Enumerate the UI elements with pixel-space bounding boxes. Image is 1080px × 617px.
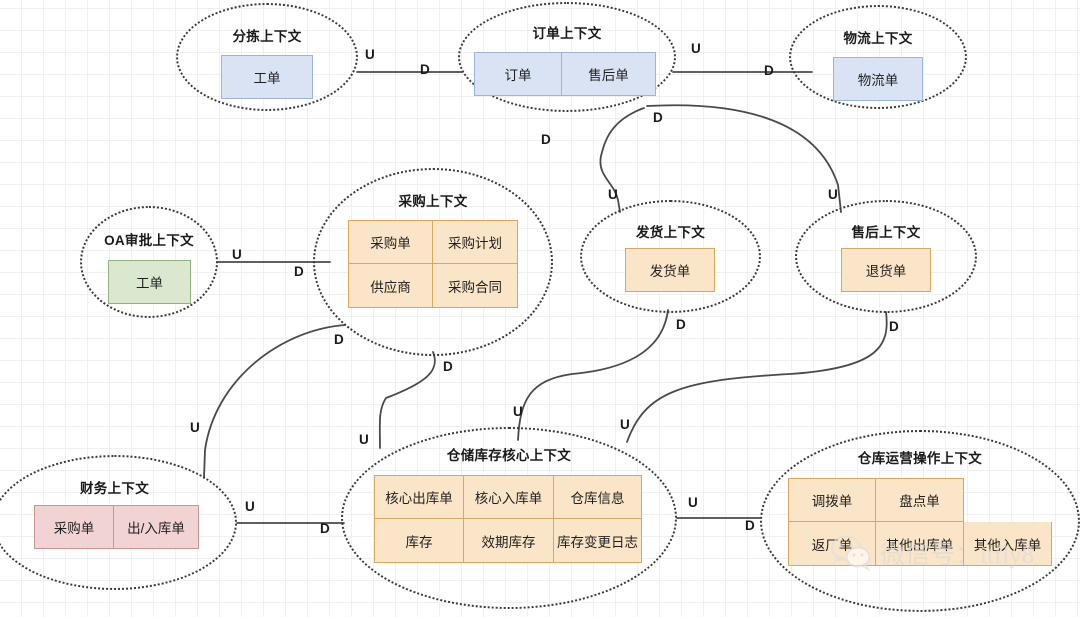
entity-box[interactable]: 采购单 <box>348 220 433 264</box>
context-after-sales[interactable]: 售后上下文 退货单 <box>795 200 977 313</box>
context-sorting[interactable]: 分拣上下文 工单 <box>176 3 358 111</box>
edge-label-u: U <box>245 499 255 514</box>
entity-row: 退货单 <box>841 248 931 292</box>
entity-row: 工单 <box>108 260 191 304</box>
context-title: 订单上下文 <box>532 26 602 41</box>
edge-label-d: D <box>745 518 755 533</box>
edge-label-d: D <box>653 110 663 125</box>
entity-row: 采购单 出/入库单 <box>34 505 199 549</box>
entity-box[interactable]: 订单 <box>474 52 562 96</box>
context-title: 发货上下文 <box>636 225 705 240</box>
context-title: 仓储库存核心上下文 <box>446 448 572 463</box>
context-finance[interactable]: 财务上下文 采购单 出/入库单 <box>0 455 237 590</box>
entity-box[interactable]: 发货单 <box>625 248 715 292</box>
entity-box[interactable]: 核心入库单 <box>464 475 554 519</box>
edge-label-d: D <box>676 317 686 332</box>
context-title: 售后上下文 <box>851 225 921 240</box>
context-purchasing[interactable]: 采购上下文 采购单 采购计划 供应商 采购合同 <box>313 168 553 356</box>
edge-label-d: D <box>294 264 304 279</box>
context-title: 仓库运营操作上下文 <box>857 451 983 466</box>
entity-box[interactable]: 退货单 <box>841 248 931 292</box>
entity-box[interactable]: 工单 <box>108 260 191 304</box>
entity-row: 供应商 采购合同 <box>348 264 518 308</box>
edge-label-u: U <box>232 247 242 262</box>
edge-label-d: D <box>541 132 551 147</box>
entity-box[interactable]: 核心出库单 <box>374 475 464 519</box>
edge-label-u: U <box>365 47 375 62</box>
edge-label-d: D <box>889 319 899 334</box>
entity-box[interactable]: 效期库存 <box>464 519 554 563</box>
entity-row: 采购单 采购计划 <box>348 220 518 264</box>
edge-aftersales-warehouseops <box>626 311 888 443</box>
context-title: 分拣上下文 <box>232 29 302 44</box>
entity-box[interactable]: 返厂单 <box>788 522 876 566</box>
entity-row: 调拨单 盘点单 <box>788 478 1052 522</box>
entity-row: 返厂单 其他出库单 其他入库单 <box>788 522 1052 566</box>
entity-row: 核心出库单 核心入库单 仓库信息 <box>374 475 642 519</box>
entity-box[interactable]: 采购计划 <box>433 220 518 264</box>
edge-label-u: U <box>513 404 523 419</box>
edge-label-d: D <box>443 359 453 374</box>
context-logistics[interactable]: 物流上下文 物流单 <box>789 5 967 109</box>
entity-box[interactable]: 仓库信息 <box>554 475 642 519</box>
edge-label-d: D <box>320 521 330 536</box>
entity-box[interactable]: 供应商 <box>348 264 433 308</box>
entity-box[interactable]: 采购合同 <box>433 264 518 308</box>
entity-box[interactable]: 出/入库单 <box>114 505 199 549</box>
entity-row: 发货单 <box>625 248 715 292</box>
entity-box[interactable]: 物流单 <box>833 57 923 101</box>
edge-label-u: U <box>691 41 701 56</box>
entity-box[interactable]: 工单 <box>221 55 313 99</box>
entity-box[interactable]: 其他出库单 <box>876 522 964 566</box>
context-title: 采购上下文 <box>398 194 468 209</box>
entity-box[interactable]: 库存变更日志 <box>554 519 642 563</box>
edge-label-d: D <box>420 62 430 77</box>
context-shipping[interactable]: 发货上下文 发货单 <box>580 200 761 313</box>
edge-label-u: U <box>190 420 200 435</box>
entity-box[interactable]: 盘点单 <box>876 478 964 522</box>
entity-box[interactable]: 采购单 <box>34 505 114 549</box>
context-order[interactable]: 订单上下文 订单 售后单 <box>458 2 676 112</box>
entity-box[interactable]: 其他入库单 <box>964 522 1052 566</box>
entity-row: 工单 <box>221 55 313 99</box>
edge-order-shipping <box>599 107 645 213</box>
context-warehouse-core[interactable]: 仓储库存核心上下文 核心出库单 核心入库单 仓库信息 库存 效期库存 库存变更日… <box>341 427 677 609</box>
context-warehouse-ops[interactable]: 仓库运营操作上下文 调拨单 盘点单 返厂单 其他出库单 其他入库单 <box>760 430 1080 612</box>
entity-box[interactable]: 售后单 <box>562 52 656 96</box>
entity-row: 库存 效期库存 库存变更日志 <box>374 519 642 563</box>
edge-label-u: U <box>688 495 698 510</box>
context-oa-approval[interactable]: OA审批上下文 工单 <box>80 206 218 318</box>
entity-row: 物流单 <box>833 57 923 101</box>
entity-row: 订单 售后单 <box>474 52 656 96</box>
context-title: OA审批上下文 <box>104 233 194 248</box>
context-title: 物流上下文 <box>843 31 913 46</box>
edge-label-d: D <box>764 63 774 78</box>
context-title: 财务上下文 <box>80 481 149 496</box>
edge-order-after-sales <box>646 104 842 213</box>
entity-box[interactable]: 调拨单 <box>788 478 876 522</box>
entity-box[interactable]: 库存 <box>374 519 464 563</box>
